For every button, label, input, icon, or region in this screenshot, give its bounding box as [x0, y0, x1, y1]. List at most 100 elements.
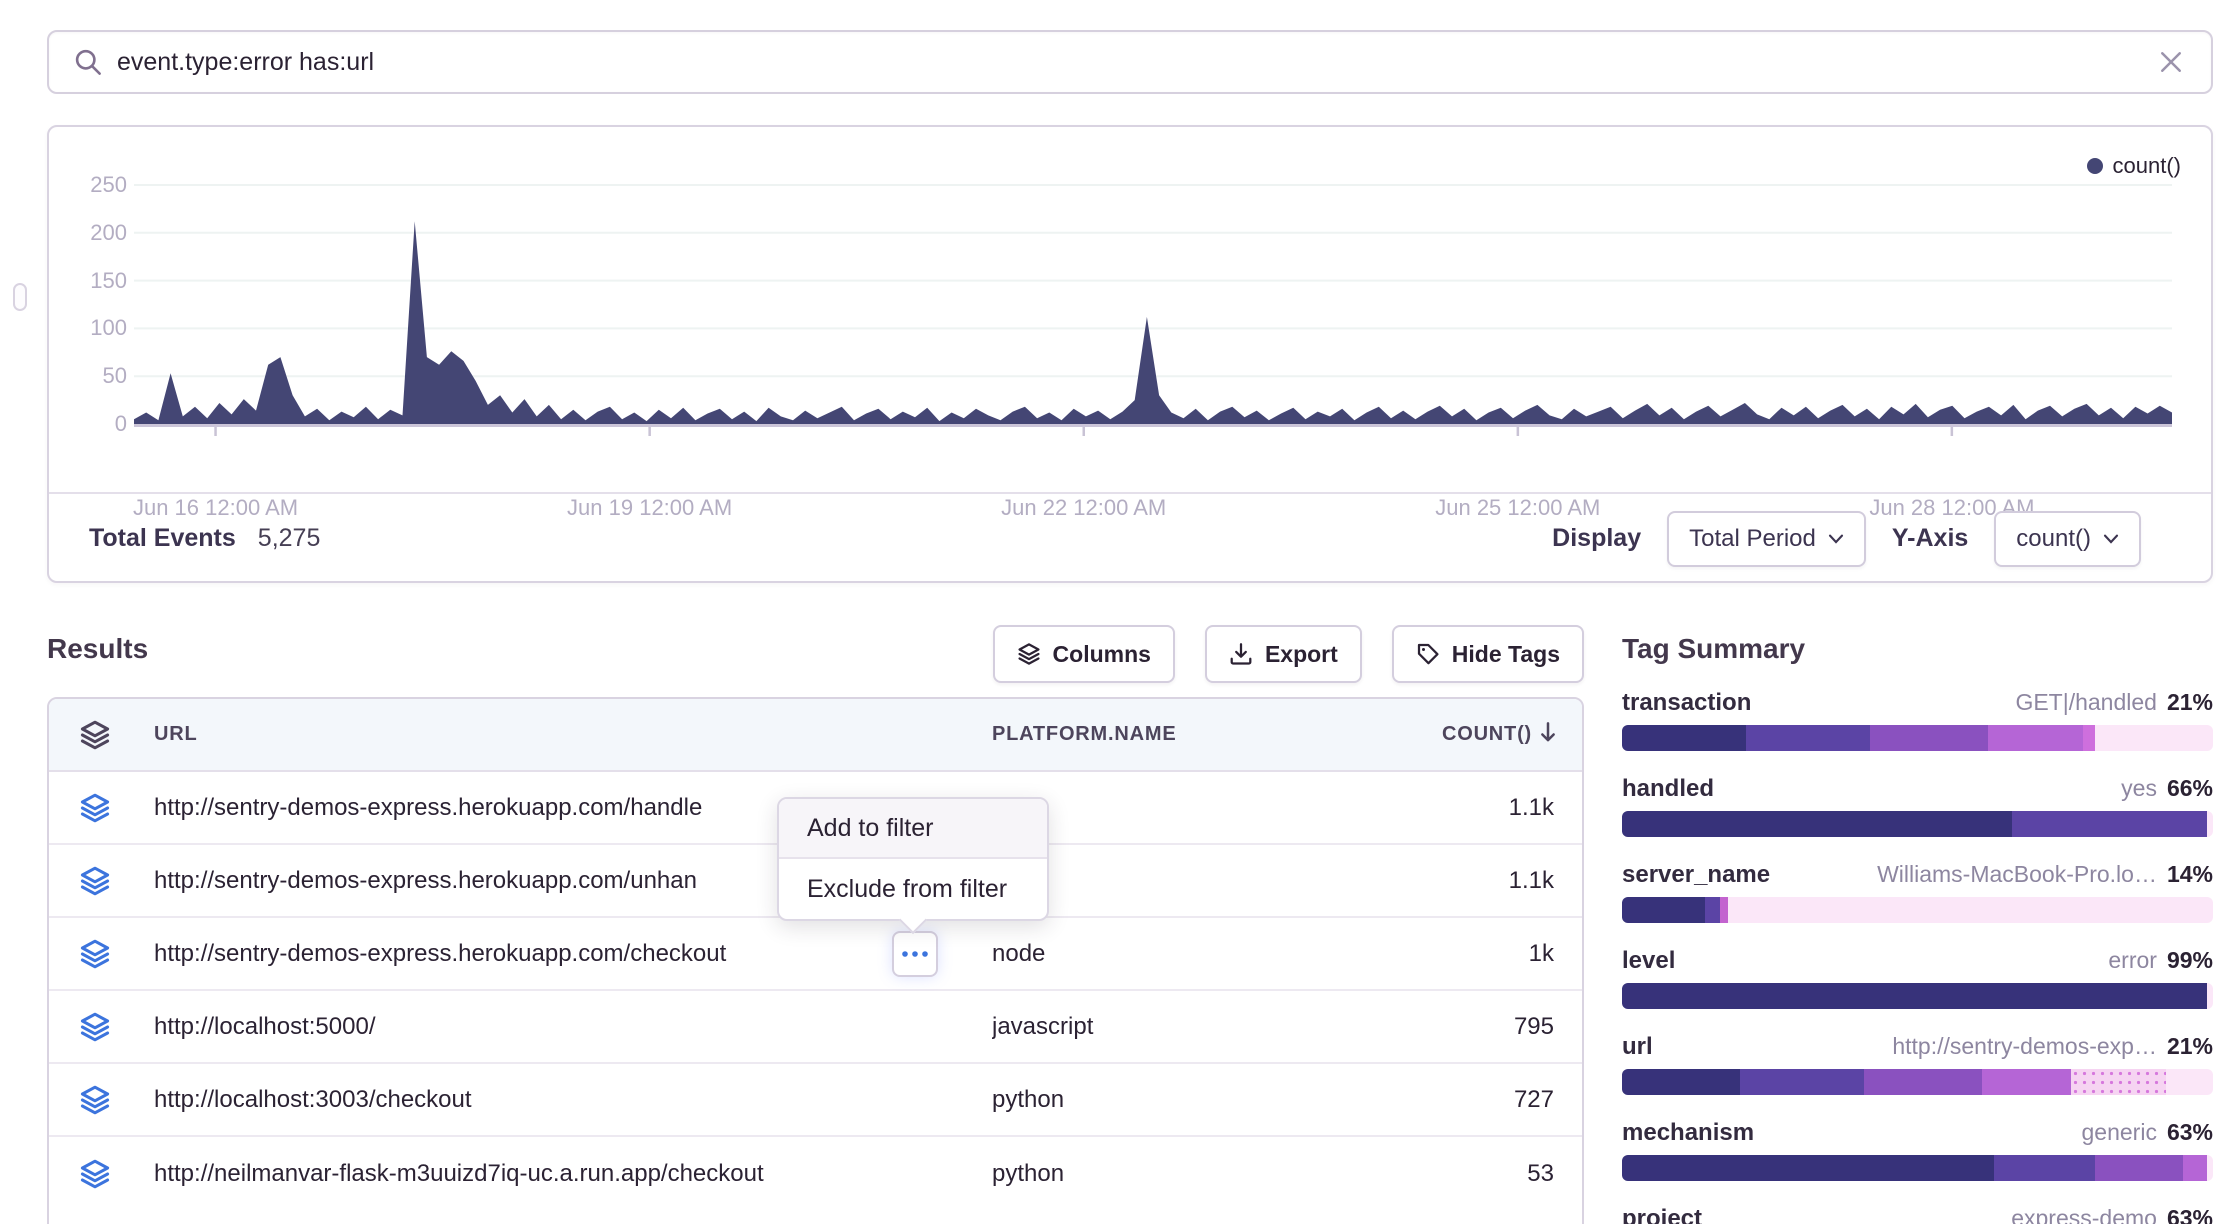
table-row[interactable]: http://localhost:5000/javascript795: [49, 991, 1582, 1064]
context-menu: Add to filter Exclude from filter: [777, 797, 1049, 921]
table-row[interactable]: http://neilmanvar-flask-m3uuizd7iq-uc.a.…: [49, 1137, 1582, 1210]
y-axis-tick-label: 100: [59, 315, 127, 341]
tag-name[interactable]: level: [1622, 947, 1675, 975]
tag-distribution-bar[interactable]: [1622, 983, 2213, 1009]
tag-bar-segment: [2095, 725, 2213, 751]
count-cell: 1.1k: [1302, 794, 1582, 822]
tag-row: handledyes66%: [1622, 775, 2213, 837]
total-events-label: Total Events: [89, 524, 236, 553]
platform-cell: node: [992, 940, 1302, 968]
stack-icon: [49, 865, 154, 897]
tag-bar-segment: [2095, 1155, 2184, 1181]
tag-name[interactable]: handled: [1622, 775, 1714, 803]
stack-icon: [49, 1011, 154, 1043]
chart-panel: count() 050100150200250 Jun 16 12:00 AMJ…: [47, 125, 2213, 583]
search-bar[interactable]: [47, 30, 2213, 94]
tag-bar-segment: [2083, 725, 2095, 751]
menu-item-add-to-filter[interactable]: Add to filter: [779, 799, 1047, 859]
column-header-url[interactable]: URL: [154, 723, 992, 746]
display-dropdown[interactable]: Total Period: [1667, 511, 1866, 567]
tag-row: transactionGET|/handled21%: [1622, 689, 2213, 751]
table-row[interactable]: http://sentry-demos-express.herokuapp.co…: [49, 918, 1582, 991]
tag-percent: 63%: [2167, 1119, 2213, 1146]
tag-distribution-bar[interactable]: [1622, 897, 2213, 923]
clear-search-icon[interactable]: [2157, 48, 2185, 76]
tag-name[interactable]: mechanism: [1622, 1119, 1754, 1147]
column-header-count[interactable]: COUNT(): [1302, 721, 1582, 749]
legend-dot-icon: [2087, 158, 2103, 174]
tag-percent: 99%: [2167, 947, 2213, 974]
chart-legend[interactable]: count(): [2087, 153, 2181, 179]
platform-cell: javascript: [992, 1013, 1302, 1041]
stack-icon: [49, 938, 154, 970]
url-cell[interactable]: http://localhost:5000/: [154, 1013, 992, 1041]
stack-icon: [1017, 642, 1041, 666]
download-icon: [1229, 642, 1253, 666]
tag-percent: 66%: [2167, 775, 2213, 802]
yaxis-dropdown[interactable]: count(): [1994, 511, 2141, 567]
count-cell: 53: [1302, 1160, 1582, 1188]
tag-bar-segment: [2166, 1069, 2213, 1095]
tag-bar-segment: [2012, 811, 2207, 837]
tag-name[interactable]: project: [1622, 1205, 1702, 1224]
tag-percent: 63%: [2167, 1205, 2213, 1224]
chevron-down-icon: [1828, 533, 1844, 545]
url-cell[interactable]: http://sentry-demos-express.herokuapp.co…: [154, 940, 992, 968]
total-events-value: 5,275: [258, 524, 321, 553]
events-area-chart[interactable]: [134, 177, 2172, 439]
tag-bar-segment: [1622, 1069, 1740, 1095]
tag-distribution-bar[interactable]: [1622, 1155, 2213, 1181]
ellipsis-icon: [900, 949, 930, 959]
tag-row: mechanism generic 63%: [1622, 1119, 2213, 1181]
stack-icon: [49, 1084, 154, 1116]
results-table: URL PLATFORM.NAME COUNT() http://sentry-…: [47, 697, 1584, 1224]
columns-button[interactable]: Columns: [993, 625, 1175, 683]
row-actions-button[interactable]: [892, 931, 938, 977]
tag-icon: [1416, 642, 1440, 666]
tag-row: level error 99%: [1622, 947, 2213, 1009]
column-header-platform[interactable]: PLATFORM.NAME: [992, 723, 1302, 746]
tag-bar-segment: [1622, 811, 2012, 837]
tag-bar-segment: [1622, 983, 2207, 1009]
tag-summary-title: Tag Summary: [1622, 633, 2213, 665]
chart-footer: Total Events 5,275 Display Total Period …: [49, 492, 2211, 583]
tag-bar-segment: [1622, 897, 1705, 923]
tag-bar-segment: [2207, 1155, 2213, 1181]
tag-distribution-bar[interactable]: [1622, 811, 2213, 837]
url-cell[interactable]: http://localhost:3003/checkout: [154, 1086, 992, 1114]
tag-distribution-bar[interactable]: [1622, 1069, 2213, 1095]
tag-top-value: Williams-MacBook-Pro.lo…: [1877, 861, 2157, 888]
hide-tags-button-label: Hide Tags: [1452, 641, 1560, 668]
export-button[interactable]: Export: [1205, 625, 1362, 683]
tag-bar-segment: [1720, 897, 1729, 923]
tag-bar-segment: [1982, 1069, 2071, 1095]
tag-percent: 14%: [2167, 861, 2213, 888]
tag-bar-segment: [1705, 897, 1720, 923]
yaxis-label: Y-Axis: [1892, 524, 1968, 553]
tag-name[interactable]: server_name: [1622, 861, 1770, 889]
tag-top-value: GET|/handled: [2015, 689, 2157, 716]
platform-cell: python: [992, 1160, 1302, 1188]
tag-bar-segment: [1728, 897, 2213, 923]
y-axis-tick-label: 50: [59, 363, 127, 389]
tag-name[interactable]: transaction: [1622, 689, 1751, 717]
tag-percent: 21%: [2167, 1033, 2213, 1060]
tag-bar-segment: [1746, 725, 1870, 751]
display-dropdown-value: Total Period: [1689, 525, 1816, 553]
search-input[interactable]: [117, 48, 2157, 77]
tag-distribution-bar[interactable]: [1622, 725, 2213, 751]
hide-tags-button[interactable]: Hide Tags: [1392, 625, 1584, 683]
drawer-handle[interactable]: [13, 283, 27, 311]
columns-button-label: Columns: [1053, 641, 1151, 668]
sort-desc-icon: [1538, 721, 1558, 749]
stack-icon: [49, 792, 154, 824]
tag-name[interactable]: url: [1622, 1033, 1653, 1061]
url-cell[interactable]: http://neilmanvar-flask-m3uuizd7iq-uc.a.…: [154, 1160, 992, 1188]
tag-bar-segment: [2207, 811, 2213, 837]
tag-top-value: error: [2108, 947, 2157, 974]
stack-icon: [49, 1158, 154, 1190]
tag-bar-segment: [2071, 1069, 2166, 1095]
table-row[interactable]: http://localhost:3003/checkoutpython727: [49, 1064, 1582, 1137]
count-cell: 1k: [1302, 940, 1582, 968]
tag-top-value: generic: [2082, 1119, 2157, 1146]
